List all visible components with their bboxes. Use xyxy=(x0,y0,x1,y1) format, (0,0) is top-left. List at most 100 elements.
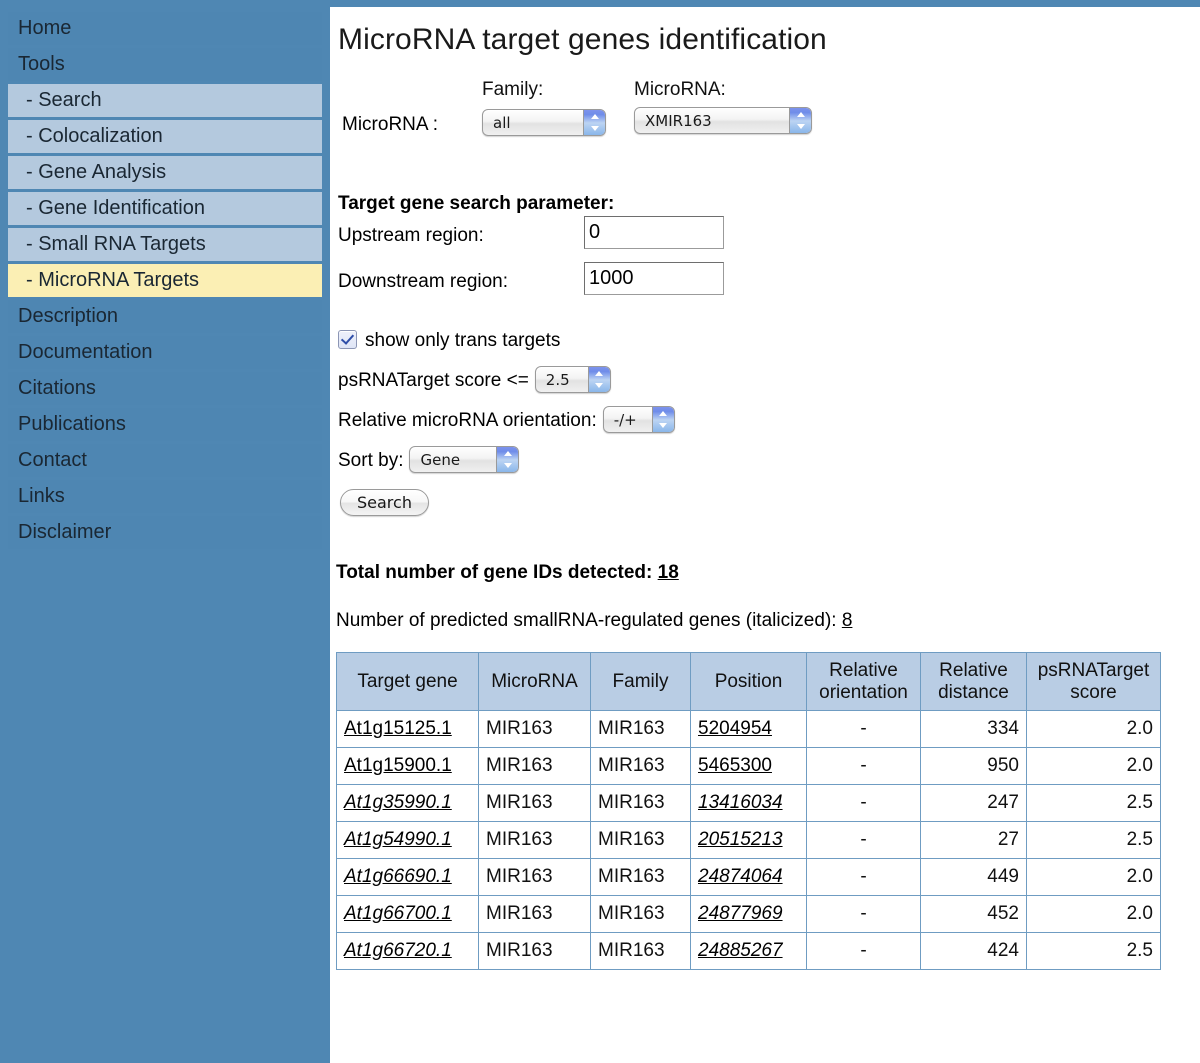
orientation-row: Relative microRNA orientation: -/+ xyxy=(338,401,1200,441)
table-row: At1g66700.1 MIR163 MIR163 24877969 -452 2.0 xyxy=(336,895,1161,933)
column-header-psrnatarget-score: psRNATarget score xyxy=(1026,652,1161,711)
cell-relative-distance: 27 xyxy=(920,821,1027,859)
cell-microrna: MIR163 xyxy=(478,821,591,859)
cell-relative-orientation: - xyxy=(806,821,921,859)
sidebar-item-colocalization[interactable]: - Colocalization xyxy=(8,120,322,153)
cell-relative-orientation: - xyxy=(806,895,921,933)
sort-by-select[interactable]: Gene xyxy=(409,446,520,474)
cell-position-link[interactable]: 5204954 xyxy=(698,718,772,739)
options-block: show only trans targets psRNATarget scor… xyxy=(338,321,1200,516)
sidebar-item-gene-analysis[interactable]: - Gene Analysis xyxy=(8,156,322,189)
cell-relative-orientation: - xyxy=(806,710,921,748)
cell-position[interactable]: 5204954 xyxy=(690,710,807,748)
table-row: At1g66720.1 MIR163 MIR163 24885267 -424 2.5 xyxy=(336,932,1161,970)
cell-target-gene-link[interactable]: At1g54990.1 xyxy=(344,829,452,850)
upstream-region-row: Upstream region: xyxy=(338,215,1200,261)
sidebar-item-small-rna-targets[interactable]: - Small RNA Targets xyxy=(8,228,322,261)
cell-microrna: MIR163 xyxy=(478,932,591,970)
cell-position[interactable]: 24885267 xyxy=(690,932,807,970)
cell-relative-distance: 247 xyxy=(920,784,1027,822)
cell-position[interactable]: 24874064 xyxy=(690,858,807,896)
cell-target-gene[interactable]: At1g66720.1 xyxy=(336,932,479,970)
predicted-genes-value: 8 xyxy=(841,610,853,631)
sort-by-value: Gene xyxy=(420,451,461,470)
cell-position-link[interactable]: 24885267 xyxy=(698,940,783,961)
cell-target-gene[interactable]: At1g54990.1 xyxy=(336,821,479,859)
sort-by-label: Sort by: xyxy=(338,450,404,471)
total-gene-ids-value: 18 xyxy=(657,562,679,583)
sort-by-row: Sort by: Gene xyxy=(338,441,1200,481)
cell-relative-orientation: - xyxy=(806,858,921,896)
family-select[interactable]: all xyxy=(482,109,606,136)
psrnatarget-score-value: 2.5 xyxy=(545,371,570,390)
cell-family: MIR163 xyxy=(590,821,691,859)
chevron-updown-icon xyxy=(496,447,519,473)
sidebar-item-gene-identification[interactable]: - Gene Identification xyxy=(8,192,322,225)
cell-position-link[interactable]: 20515213 xyxy=(698,829,783,850)
cell-target-gene-link[interactable]: At1g35990.1 xyxy=(344,792,452,813)
sidebar-item-contact[interactable]: Contact xyxy=(8,444,322,477)
chevron-updown-icon xyxy=(587,367,610,393)
cell-target-gene-link[interactable]: At1g66700.1 xyxy=(344,903,452,924)
sidebar-item-search[interactable]: - Search xyxy=(8,84,322,117)
cell-family: MIR163 xyxy=(590,784,691,822)
cell-target-gene[interactable]: At1g35990.1 xyxy=(336,784,479,822)
sidebar-item-home[interactable]: Home xyxy=(8,12,322,45)
trans-targets-row: show only trans targets xyxy=(338,321,1200,361)
predicted-genes-label: Number of predicted smallRNA-regulated g… xyxy=(336,610,837,631)
cell-relative-distance: 424 xyxy=(920,932,1027,970)
cell-position[interactable]: 20515213 xyxy=(690,821,807,859)
sidebar-item-tools[interactable]: Tools xyxy=(8,48,322,81)
cell-target-gene-link[interactable]: At1g66690.1 xyxy=(344,866,452,887)
show-only-trans-targets-label: show only trans targets xyxy=(365,330,561,351)
table-row: At1g15900.1 MIR163 MIR163 5465300 -950 2.0 xyxy=(336,747,1161,785)
cell-target-gene-link[interactable]: At1g15900.1 xyxy=(344,755,452,776)
sidebar-item-citations[interactable]: Citations xyxy=(8,372,322,405)
show-only-trans-targets-checkbox[interactable] xyxy=(338,330,357,349)
sidebar-item-documentation[interactable]: Documentation xyxy=(8,336,322,369)
cell-family: MIR163 xyxy=(590,858,691,896)
sidebar-item-publications[interactable]: Publications xyxy=(8,408,322,441)
sidebar-navigation: Home Tools - Search - Colocalization - Gene … xyxy=(0,7,330,1063)
cell-target-gene[interactable]: At1g15900.1 xyxy=(336,747,479,785)
cell-family: MIR163 xyxy=(590,895,691,933)
sidebar-item-disclaimer[interactable]: Disclaimer xyxy=(8,516,322,549)
cell-target-gene[interactable]: At1g66690.1 xyxy=(336,858,479,896)
relative-orientation-value: -/+ xyxy=(613,411,637,430)
relative-orientation-label: Relative microRNA orientation: xyxy=(338,410,597,431)
cell-position-link[interactable]: 24877969 xyxy=(698,903,783,924)
microrna-select[interactable]: XMIR163 xyxy=(634,107,812,134)
cell-position[interactable]: 13416034 xyxy=(690,784,807,822)
cell-position[interactable]: 5465300 xyxy=(690,747,807,785)
cell-relative-orientation: - xyxy=(806,784,921,822)
cell-target-gene-link[interactable]: At1g66720.1 xyxy=(344,940,452,961)
sidebar-item-links[interactable]: Links xyxy=(8,480,322,513)
cell-target-gene[interactable]: At1g66700.1 xyxy=(336,895,479,933)
cell-position-link[interactable]: 13416034 xyxy=(698,792,783,813)
table-row: At1g54990.1 MIR163 MIR163 20515213 -27 2.5 xyxy=(336,821,1161,859)
cell-target-gene[interactable]: At1g15125.1 xyxy=(336,710,479,748)
cell-target-gene-link[interactable]: At1g15125.1 xyxy=(344,718,452,739)
cell-microrna: MIR163 xyxy=(478,784,591,822)
sidebar-item-description[interactable]: Description xyxy=(8,300,322,333)
cell-microrna: MIR163 xyxy=(478,747,591,785)
cell-relative-distance: 334 xyxy=(920,710,1027,748)
cell-position-link[interactable]: 5465300 xyxy=(698,755,772,776)
cell-position-link[interactable]: 24874064 xyxy=(698,866,783,887)
cell-position[interactable]: 24877969 xyxy=(690,895,807,933)
main-content: MicroRNA target genes identification Fam… xyxy=(330,7,1200,1063)
sidebar-item-microrna-targets[interactable]: - MicroRNA Targets xyxy=(8,264,322,297)
downstream-region-label: Downstream region: xyxy=(338,271,509,292)
cell-psrnatarget-score: 2.5 xyxy=(1026,932,1161,970)
cell-relative-distance: 449 xyxy=(920,858,1027,896)
downstream-region-input[interactable] xyxy=(584,262,724,295)
microrna-row-label: MicroRNA : xyxy=(342,114,439,135)
cell-relative-distance: 950 xyxy=(920,747,1027,785)
predicted-genes-line: Number of predicted smallRNA-regulated g… xyxy=(336,610,1200,632)
cell-psrnatarget-score: 2.0 xyxy=(1026,858,1161,896)
table-header-row: Target gene MicroRNA Family Position Rel… xyxy=(336,652,1161,711)
search-button[interactable]: Search xyxy=(340,489,429,516)
relative-orientation-select[interactable]: -/+ xyxy=(602,406,675,434)
upstream-region-input[interactable] xyxy=(584,216,724,249)
psrnatarget-score-select[interactable]: 2.5 xyxy=(534,366,611,394)
